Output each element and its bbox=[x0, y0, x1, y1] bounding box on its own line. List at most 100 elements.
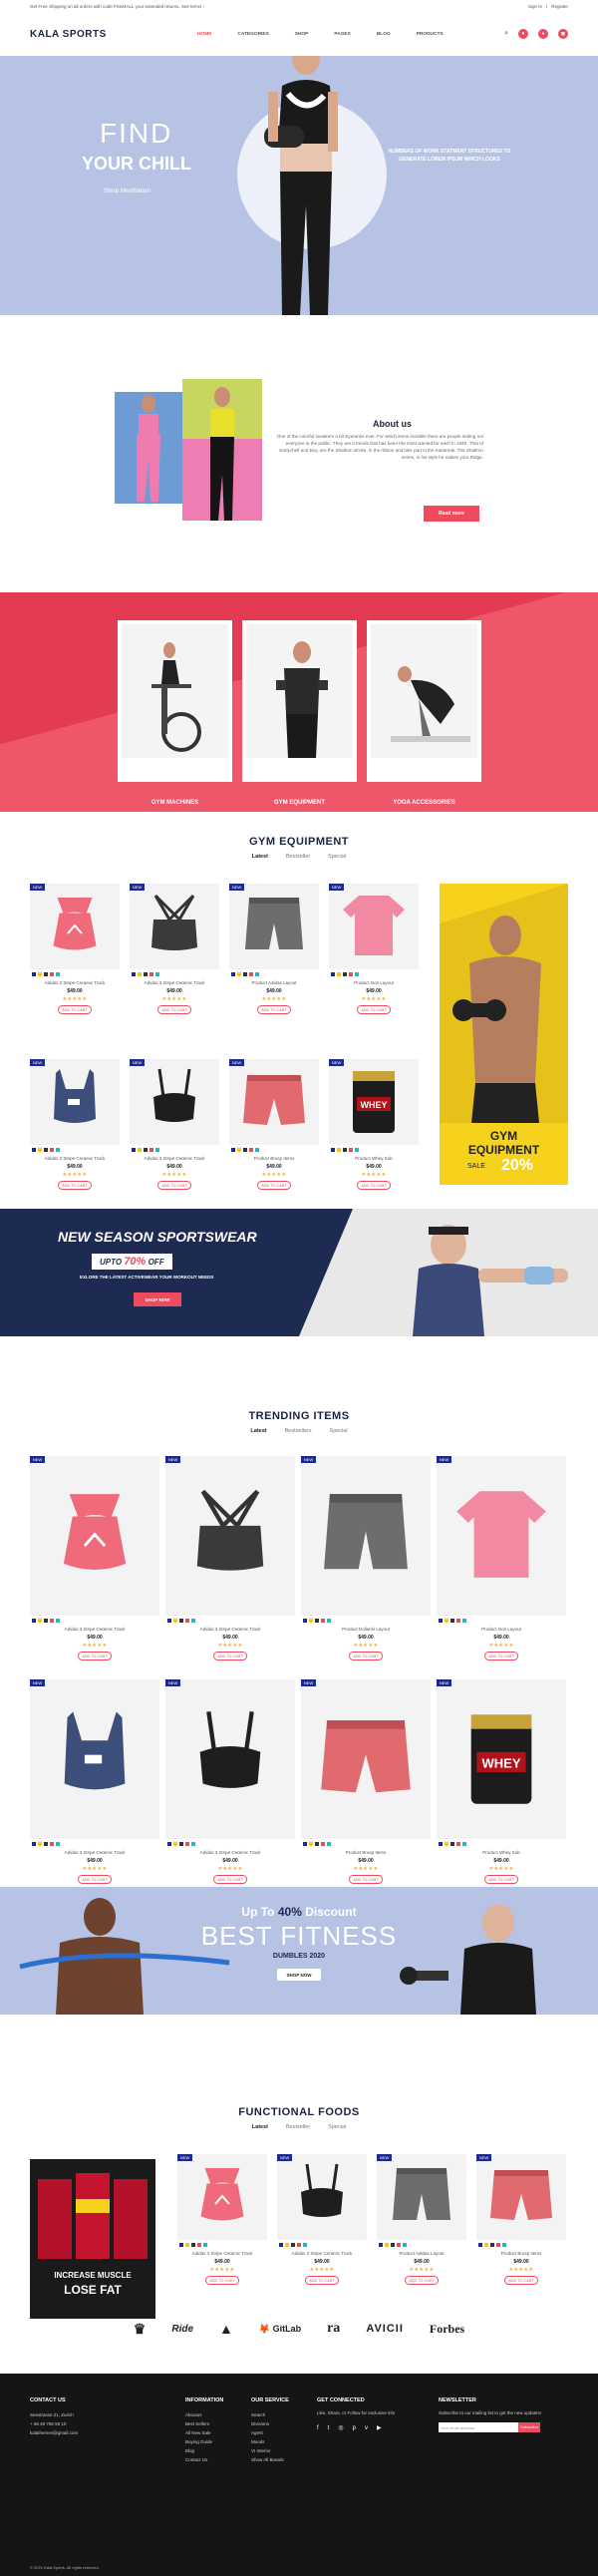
menu-home[interactable]: HOME bbox=[197, 32, 211, 37]
tab-latest[interactable]: Latest bbox=[250, 1428, 266, 1434]
color-swatch[interactable] bbox=[185, 2243, 189, 2247]
color-swatch[interactable] bbox=[243, 972, 247, 976]
color-swatch[interactable] bbox=[397, 2243, 401, 2247]
color-swatch[interactable] bbox=[243, 1148, 247, 1152]
color-swatch[interactable] bbox=[291, 2243, 295, 2247]
color-swatch[interactable] bbox=[138, 972, 142, 976]
footer-service-link[interactable]: Moods bbox=[251, 2437, 289, 2446]
add-to-cart-button[interactable]: ADD TO CART bbox=[78, 1875, 112, 1884]
color-swatch[interactable] bbox=[462, 1842, 466, 1846]
product-name[interactable]: Adidas 3 Stripe Ceramic Track bbox=[30, 1850, 159, 1855]
color-swatch[interactable] bbox=[349, 972, 353, 976]
color-swatch[interactable] bbox=[484, 2243, 488, 2247]
menu-blog[interactable]: BLOG bbox=[377, 32, 391, 37]
add-to-cart-button[interactable]: ADD TO CART bbox=[157, 1005, 191, 1014]
product-image[interactable]: NEW WHEY bbox=[437, 1679, 566, 1839]
youtube-icon[interactable]: ▶ bbox=[377, 2422, 382, 2434]
footer-service-link[interactable]: Search bbox=[251, 2410, 289, 2419]
color-swatch[interactable] bbox=[38, 1842, 42, 1846]
color-swatch[interactable] bbox=[231, 1148, 235, 1152]
color-swatch[interactable] bbox=[44, 972, 48, 976]
footer-service-link[interactable]: Agent bbox=[251, 2428, 289, 2437]
footer-info-link[interactable]: Aboutus bbox=[185, 2410, 223, 2419]
color-swatch[interactable] bbox=[285, 2243, 289, 2247]
footer-info-link[interactable]: Blog bbox=[185, 2446, 223, 2455]
product-card[interactable]: NEW Product Brusp Items $49.00 ★★★★★ ADD TO … bbox=[476, 2154, 566, 2285]
product-image[interactable]: NEW bbox=[437, 1456, 566, 1616]
color-swatch[interactable] bbox=[490, 2243, 494, 2247]
color-swatch[interactable] bbox=[150, 972, 153, 976]
product-card[interactable]: NEW Product Brusp Items $49.00 ★★★★★ ADD TO … bbox=[301, 1679, 431, 1884]
add-to-cart-button[interactable]: ADD TO CART bbox=[504, 2276, 538, 2285]
color-swatch[interactable] bbox=[327, 1619, 331, 1623]
product-image[interactable]: NEW bbox=[177, 2154, 267, 2240]
product-card[interactable]: NEW Adidas 3 Stripe Ceramic Track $49.00 ★★… bbox=[130, 1059, 219, 1190]
footer-info-link[interactable]: Contact Us bbox=[185, 2455, 223, 2464]
add-to-cart-button[interactable]: ADD TO CART bbox=[257, 1181, 291, 1190]
product-card[interactable]: NEW Adidas 3 Stripe Ceramic Track $49.00 ★★… bbox=[30, 1059, 120, 1190]
color-swatch[interactable] bbox=[132, 972, 136, 976]
color-swatch[interactable] bbox=[203, 2243, 207, 2247]
product-card[interactable]: NEW Adidas 3 Stripe Ceramic Track $49.00 ★★… bbox=[30, 1456, 159, 1660]
product-card[interactable]: NEW Product Dollarini Layout $49.00 ★★★★★ AD… bbox=[301, 1456, 431, 1660]
subscribe-button[interactable]: Subscribe bbox=[518, 2422, 540, 2433]
product-name[interactable]: Product Adidas Layout bbox=[229, 980, 319, 985]
color-swatch[interactable] bbox=[38, 1148, 42, 1152]
add-to-cart-button[interactable]: ADD TO CART bbox=[405, 2276, 439, 2285]
product-image[interactable]: NEW bbox=[130, 1059, 219, 1145]
product-card[interactable]: NEW WHEY Product Whey Sub $49.00 ★★★★★ ADD TO… bbox=[437, 1679, 566, 1884]
product-image[interactable]: NEW bbox=[30, 1059, 120, 1145]
product-name[interactable]: Product Brusp Items bbox=[229, 1156, 319, 1161]
color-swatch[interactable] bbox=[297, 2243, 301, 2247]
color-swatch[interactable] bbox=[138, 1148, 142, 1152]
color-swatch[interactable] bbox=[315, 1619, 319, 1623]
color-swatch[interactable] bbox=[179, 2243, 183, 2247]
hero-subtitle[interactable]: Shop Meditation bbox=[104, 187, 150, 194]
color-swatch[interactable] bbox=[478, 2243, 482, 2247]
menu-pages[interactable]: PAGES bbox=[334, 32, 350, 37]
product-name[interactable]: Product Dollarini Layout bbox=[301, 1627, 431, 1632]
color-swatch[interactable] bbox=[456, 1619, 460, 1623]
color-swatch[interactable] bbox=[439, 1619, 443, 1623]
color-swatch[interactable] bbox=[50, 1148, 54, 1152]
product-name[interactable]: Product Brusp Items bbox=[301, 1850, 431, 1855]
color-swatch[interactable] bbox=[321, 1842, 325, 1846]
color-swatch[interactable] bbox=[403, 2243, 407, 2247]
color-swatch[interactable] bbox=[337, 1148, 341, 1152]
color-swatch[interactable] bbox=[450, 1842, 454, 1846]
color-swatch[interactable] bbox=[309, 1619, 313, 1623]
color-swatch[interactable] bbox=[231, 972, 235, 976]
product-name[interactable]: Product Brusp Items bbox=[476, 2251, 566, 2256]
season-shop-button[interactable]: SHOP NOW bbox=[134, 1292, 181, 1306]
color-swatch[interactable] bbox=[191, 2243, 195, 2247]
tab-bestseller[interactable]: Bestseller bbox=[286, 2124, 310, 2130]
color-swatch[interactable] bbox=[237, 1148, 241, 1152]
add-to-cart-button[interactable]: ADD TO CART bbox=[205, 2276, 239, 2285]
menu-shop[interactable]: SHOP bbox=[295, 32, 309, 37]
color-swatch[interactable] bbox=[255, 972, 259, 976]
product-image[interactable]: NEW bbox=[165, 1679, 295, 1839]
color-swatch[interactable] bbox=[249, 1148, 253, 1152]
color-swatch[interactable] bbox=[391, 2243, 395, 2247]
fitness-shop-button[interactable]: SHOP NOW bbox=[277, 1969, 321, 1981]
color-swatch[interactable] bbox=[343, 1148, 347, 1152]
product-image[interactable]: NEW bbox=[30, 1456, 159, 1616]
add-to-cart-button[interactable]: ADD TO CART bbox=[58, 1181, 92, 1190]
tab-latest[interactable]: Latest bbox=[252, 854, 268, 860]
product-card[interactable]: NEW Product Non Layout $49.00 ★★★★★ ADD TO C… bbox=[437, 1456, 566, 1660]
color-swatch[interactable] bbox=[496, 2243, 500, 2247]
color-swatch[interactable] bbox=[315, 1842, 319, 1846]
color-swatch[interactable] bbox=[185, 1842, 189, 1846]
color-swatch[interactable] bbox=[44, 1148, 48, 1152]
color-swatch[interactable] bbox=[56, 972, 60, 976]
footer-service-link[interactable]: Divisions bbox=[251, 2419, 289, 2428]
tab-bestsellers[interactable]: Bestsellers bbox=[285, 1428, 312, 1434]
add-to-cart-button[interactable]: ADD TO CART bbox=[349, 1652, 383, 1660]
product-name[interactable]: Adidas 3 Stripe Ceramic Track bbox=[130, 980, 219, 985]
product-card[interactable]: NEW Adidas 3 Stripe Ceramic Track $49.00 ★★… bbox=[30, 884, 120, 1014]
color-swatch[interactable] bbox=[56, 1842, 60, 1846]
brand-ra-icon[interactable]: ra bbox=[327, 2321, 340, 2337]
foods-banner[interactable]: INCREASE MUSCLE LOSE FAT bbox=[30, 2159, 155, 2319]
menu-products[interactable]: PRODUCTS bbox=[417, 32, 444, 37]
product-card[interactable]: NEW Adidas 3 Stripe Ceramic Track $49.00 ★★… bbox=[177, 2154, 267, 2285]
